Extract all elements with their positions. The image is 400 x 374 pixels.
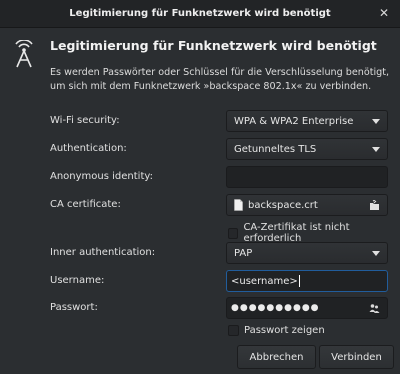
dialog-description: Es werden Passwörter oder Schlüssel für … — [50, 67, 390, 92]
chevron-down-icon — [372, 119, 380, 124]
window-title: Legitimierung für Funknetzwerk wird benö… — [69, 8, 331, 19]
wifi-antenna-icon — [15, 40, 33, 68]
ca-certificate-value: backspace.crt — [248, 199, 318, 211]
username-label: Username: — [50, 275, 105, 286]
chevron-down-icon — [372, 251, 380, 256]
anonymous-identity-input[interactable] — [226, 166, 388, 188]
inner-auth-value: PAP — [234, 247, 253, 259]
dialog-heading: Legitimierung für Funknetzwerk wird benö… — [50, 38, 377, 53]
show-password-checkbox[interactable]: Passwort zeigen — [228, 325, 325, 336]
wifi-security-combo[interactable]: WPA & WPA2 Enterprise — [226, 110, 388, 132]
chevron-down-icon — [372, 147, 380, 152]
username-value: <username> — [231, 275, 298, 287]
checkbox-box[interactable] — [228, 325, 239, 336]
ca-not-required-checkbox[interactable]: CA-Zertifikat ist nicht erforderlich — [228, 222, 400, 244]
inner-auth-label: Inner authentication: — [50, 247, 156, 258]
password-value: ●●●●●●●●●● — [231, 303, 320, 313]
username-input[interactable]: <username> — [226, 270, 388, 292]
authentication-value: Getunneltes TLS — [234, 143, 317, 155]
password-label: Passwort: — [50, 302, 98, 313]
ca-not-required-label: CA-Zertifikat ist nicht erforderlich — [243, 222, 350, 244]
wifi-security-value: WPA & WPA2 Enterprise — [234, 115, 354, 127]
text-cursor — [298, 275, 300, 287]
window-titlebar: Legitimierung für Funknetzwerk wird benö… — [0, 0, 400, 28]
close-icon[interactable]: ✕ — [377, 6, 391, 20]
show-password-label: Passwort zeigen — [244, 325, 325, 336]
file-icon — [234, 199, 243, 211]
open-folder-icon — [370, 200, 379, 210]
password-input[interactable]: ●●●●●●●●●● — [226, 297, 388, 319]
checkbox-box[interactable] — [228, 227, 239, 239]
cancel-button[interactable]: Abbrechen — [237, 345, 316, 369]
authentication-label: Authentication: — [50, 143, 127, 154]
user-scope-icon[interactable] — [369, 303, 380, 314]
wifi-security-label: Wi-Fi security: — [50, 115, 120, 126]
authentication-combo[interactable]: Getunneltes TLS — [226, 138, 388, 160]
inner-auth-combo[interactable]: PAP — [226, 242, 388, 264]
ca-certificate-chooser[interactable]: backspace.crt — [226, 194, 388, 216]
anonymous-identity-label: Anonymous identity: — [50, 171, 153, 182]
connect-button[interactable]: Verbinden — [319, 345, 394, 369]
ca-certificate-label: CA certificate: — [50, 199, 121, 210]
